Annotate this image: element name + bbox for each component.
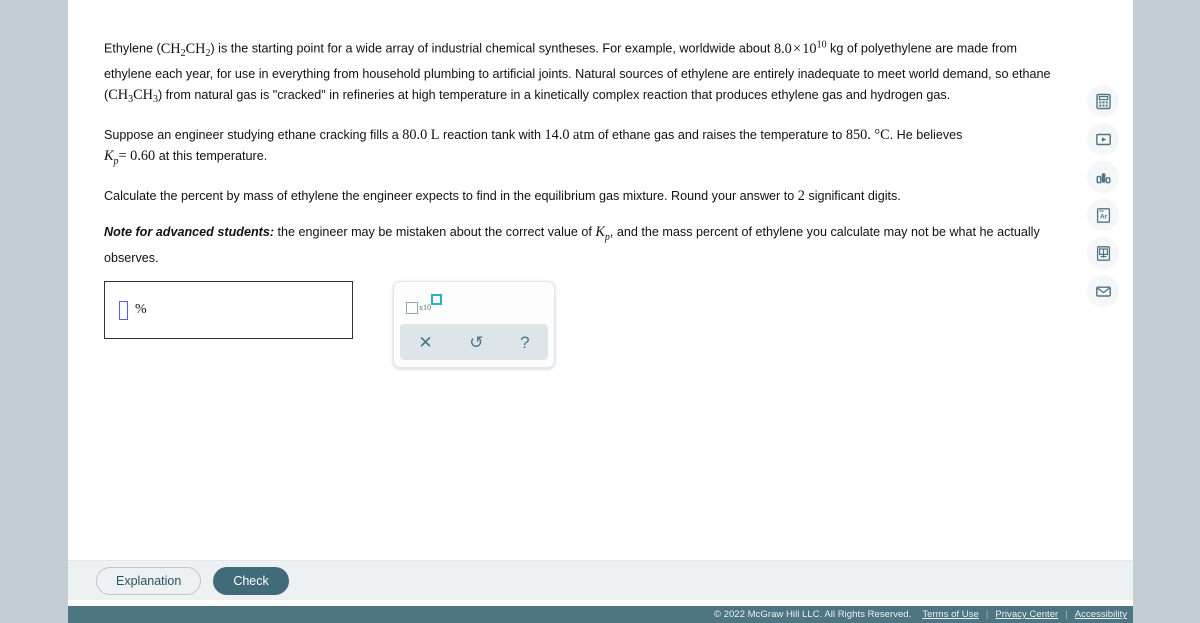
p2-seg2: reaction tank with bbox=[439, 127, 545, 142]
tank-volume-unit: L bbox=[430, 126, 440, 143]
palette-symbol-row: x10 bbox=[394, 282, 554, 324]
math-input-palette: x10 ✕ ↺ ? bbox=[393, 281, 555, 368]
clear-button[interactable]: ✕ bbox=[410, 334, 440, 351]
rail-item-data-chart[interactable] bbox=[1087, 161, 1119, 193]
p1-seg1: Ethylene ( bbox=[104, 41, 161, 56]
x10-label: x10 bbox=[419, 303, 431, 312]
periodic-table-icon: Ar bbox=[1095, 207, 1112, 224]
tank-volume-value: 80.0 bbox=[402, 126, 428, 143]
polyethylene-quantity: 8.0 × 1010 bbox=[773, 39, 827, 57]
note-seg1: the engineer may be mistaken about the c… bbox=[274, 224, 596, 239]
bar-chart-icon bbox=[1095, 169, 1112, 186]
p2-seg1: Suppose an engineer studying ethane crac… bbox=[104, 127, 403, 142]
footer-bar: © 2022 McGraw Hill LLC. All Rights Reser… bbox=[68, 606, 1133, 623]
advanced-note: Note for advanced students: the engineer… bbox=[104, 222, 1059, 270]
terms-of-use-link[interactable]: Terms of Use bbox=[922, 609, 979, 620]
reference-book-icon bbox=[1095, 245, 1112, 262]
footer-separator-1: | bbox=[985, 609, 989, 620]
question-paragraph-1: Ethylene (CH2CH2) is the starting point … bbox=[104, 34, 1059, 111]
rail-item-video[interactable] bbox=[1087, 123, 1119, 155]
question-content: Ethylene (CH2CH2) is the starting point … bbox=[68, 0, 1133, 560]
ethane-pressure-unit: atm bbox=[573, 126, 595, 143]
scientific-notation-icon[interactable]: x10 bbox=[406, 292, 442, 314]
answer-row: % x10 ✕ ↺ ? bbox=[104, 281, 555, 368]
p2-seg5: at this temperature. bbox=[155, 149, 268, 164]
p2-seg3: of ethane gas and raises the temperature… bbox=[594, 127, 846, 142]
rail-item-message[interactable] bbox=[1087, 275, 1119, 307]
kp-symbol-inline: Kp bbox=[104, 148, 119, 167]
explanation-button[interactable]: Explanation bbox=[96, 566, 202, 595]
question-text: Ethylene (CH2CH2) is the starting point … bbox=[104, 34, 1059, 284]
svg-text:Ar: Ar bbox=[1099, 213, 1107, 220]
p1-seg4: ) from natural gas is "cracked" in refin… bbox=[157, 88, 951, 103]
kp-value: = 0.60 bbox=[118, 148, 156, 165]
question-paragraph-3: Calculate the percent by mass of ethylen… bbox=[104, 186, 1059, 208]
kp-symbol-note: Kp bbox=[595, 223, 610, 243]
privacy-center-link[interactable]: Privacy Center bbox=[995, 609, 1058, 620]
help-button[interactable]: ? bbox=[512, 334, 537, 351]
question-paragraph-2: Suppose an engineer studying ethane crac… bbox=[104, 125, 1059, 173]
check-button[interactable]: Check bbox=[213, 566, 289, 595]
rail-item-periodic-table[interactable]: Ar bbox=[1087, 199, 1119, 231]
p3-seg1: Calculate the percent by mass of ethylen… bbox=[104, 189, 798, 204]
formula-ethane: CH3CH3 bbox=[108, 87, 158, 106]
action-bar: Explanation Check bbox=[68, 560, 1133, 600]
exponent-placeholder-box bbox=[431, 294, 442, 305]
accessibility-link[interactable]: Accessibility bbox=[1075, 609, 1127, 620]
temperature-unit: °C bbox=[874, 126, 890, 143]
copyright-text: © 2022 McGraw Hill LLC. All Rights Reser… bbox=[713, 609, 912, 620]
temperature-value: 850. bbox=[845, 126, 871, 143]
p2-seg4: . He believes bbox=[889, 127, 963, 142]
note-lead: Note for advanced students: bbox=[104, 224, 275, 239]
tool-rail: Ar bbox=[1087, 85, 1119, 307]
rail-item-reference[interactable] bbox=[1087, 237, 1119, 269]
sigfig-count: 2 bbox=[797, 188, 805, 205]
calculator-icon bbox=[1095, 93, 1112, 110]
answer-input[interactable]: % bbox=[104, 281, 353, 339]
palette-action-bar: ✕ ↺ ? bbox=[400, 324, 548, 360]
p1-seg2: ) is the starting point for a wide array… bbox=[210, 41, 774, 56]
p3-seg2: significant digits. bbox=[804, 189, 901, 204]
exercise-panel: Ethylene (CH2CH2) is the starting point … bbox=[68, 0, 1133, 623]
ethane-pressure-value: 14.0 bbox=[544, 126, 570, 143]
video-play-icon bbox=[1095, 131, 1112, 148]
envelope-icon bbox=[1095, 283, 1112, 300]
mantissa-placeholder-box bbox=[406, 302, 418, 314]
undo-button[interactable]: ↺ bbox=[461, 334, 491, 351]
rail-item-calculator[interactable] bbox=[1087, 85, 1119, 117]
formula-ethylene: CH2CH2 bbox=[160, 40, 211, 59]
footer-separator-2: | bbox=[1065, 609, 1068, 620]
text-cursor-placeholder-icon bbox=[119, 300, 128, 320]
answer-unit-label: % bbox=[135, 302, 147, 317]
